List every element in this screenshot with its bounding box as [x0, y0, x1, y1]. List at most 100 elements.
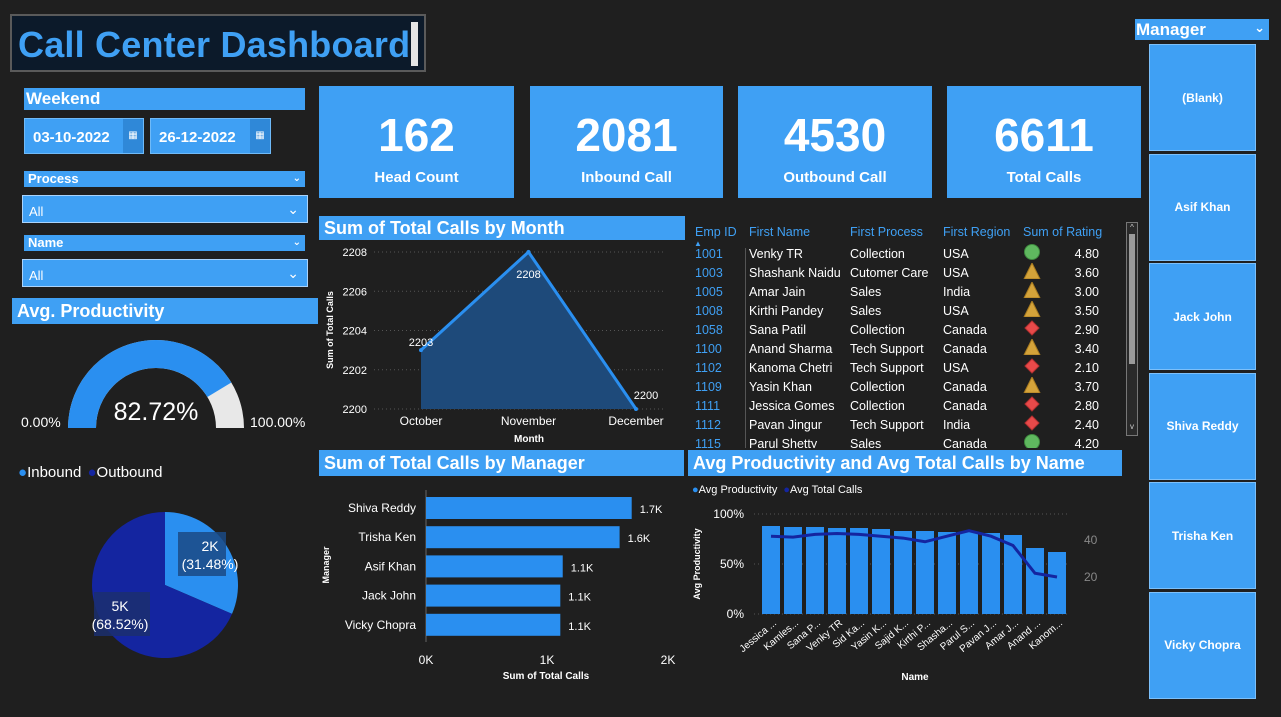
bar[interactable]: [784, 527, 802, 614]
bar[interactable]: [1048, 552, 1066, 614]
rating-value: 4.80: [1074, 246, 1099, 261]
table-row[interactable]: 1111 Jessica Gomes Collection Canada 2.80: [690, 396, 1123, 415]
manager-slicer-item[interactable]: Trisha Ken: [1149, 482, 1256, 589]
table-row[interactable]: 1109 Yasin Khan Collection Canada 3.70: [690, 375, 1123, 396]
scroll-up-icon[interactable]: ^: [1127, 223, 1137, 232]
cell-emp-id: 1100: [695, 341, 722, 356]
bar[interactable]: [850, 528, 868, 614]
bar[interactable]: [982, 533, 1000, 614]
data-point[interactable]: [634, 407, 638, 411]
cell-first-name: Pavan Jingur: [749, 417, 822, 432]
start-date-value: 03-10-2022: [33, 129, 110, 146]
bar[interactable]: [426, 526, 620, 549]
header-sum-of-rating[interactable]: Sum of Rating: [1023, 220, 1123, 244]
cell-first-region: India: [943, 417, 971, 432]
cell-first-name: Kirthi Pandey: [749, 303, 824, 318]
manager-slicer-item[interactable]: Jack John: [1149, 263, 1256, 370]
cell-first-process: Collection: [850, 379, 905, 394]
table-header-row: Emp ID First Name First Process First Re…: [690, 220, 1123, 244]
productivity-gauge: 82.72% 0.00% 100.00%: [21, 339, 305, 430]
table-row[interactable]: 1100 Anand Sharma Tech Support Canada 3.40: [690, 337, 1123, 358]
bar[interactable]: [806, 527, 824, 614]
kpi-inbound-call: 2081 Inbound Call: [530, 86, 723, 198]
bar[interactable]: [762, 526, 780, 614]
chevron-down-icon[interactable]: ⌄: [293, 235, 301, 251]
table-row[interactable]: 1102 Kanoma Chetri Tech Support USA 2.10: [690, 358, 1123, 377]
bar[interactable]: [1026, 548, 1044, 614]
cell-first-region: USA: [943, 303, 969, 318]
header-first-process[interactable]: First Process: [850, 220, 943, 244]
data-label: 1.7K: [640, 504, 663, 516]
chevron-down-icon[interactable]: ⌄: [1254, 17, 1265, 38]
scroll-thumb[interactable]: [1129, 234, 1135, 364]
rating-value: 2.10: [1074, 360, 1099, 375]
process-dropdown[interactable]: All ⌄: [22, 195, 308, 223]
bar[interactable]: [426, 584, 561, 607]
bar[interactable]: [938, 532, 956, 614]
manager-slicer-item[interactable]: Asif Khan: [1149, 153, 1256, 261]
calendar-icon[interactable]: ▦: [250, 119, 270, 153]
start-date-picker[interactable]: 03-10-2022 ▦: [24, 118, 144, 154]
data-point[interactable]: [526, 250, 531, 254]
header-first-region[interactable]: First Region: [943, 220, 1023, 244]
kpi-total-calls: 6611 Total Calls: [947, 86, 1141, 198]
x-tick-label: 0K: [419, 653, 434, 667]
green-circle-icon: [1024, 434, 1040, 448]
cell-first-region: USA: [943, 360, 969, 375]
rating-value: 3.00: [1074, 284, 1099, 299]
cell-first-region: USA: [943, 265, 969, 280]
manager-slicer-item[interactable]: Shiva Reddy: [1149, 372, 1256, 480]
bar[interactable]: [894, 531, 912, 614]
green-circle-icon: [1024, 244, 1040, 260]
sort-asc-icon[interactable]: ▲: [694, 239, 702, 248]
manager-slicer-item[interactable]: Vicky Chopra: [1149, 591, 1256, 699]
table-row[interactable]: 1001 Venky TR Collection USA 4.80: [690, 244, 1123, 263]
bar[interactable]: [426, 613, 561, 636]
bar[interactable]: [828, 528, 846, 614]
cell-emp-id: 1102: [695, 360, 722, 375]
scroll-down-icon[interactable]: v: [1127, 422, 1137, 431]
pie-chart: 2K (31.48%) 5K (68.52%): [92, 512, 238, 658]
y-tick-label: 2206: [343, 286, 367, 298]
cell-first-process: Cutomer Care: [850, 265, 929, 280]
rating-value: 4.20: [1074, 436, 1099, 449]
calendar-icon[interactable]: ▦: [123, 119, 143, 153]
cell-rating: 2.10: [1023, 358, 1123, 377]
prod-chart-title: Avg Productivity and Avg Total Calls by …: [688, 450, 1122, 476]
table-scrollbar[interactable]: ^ v: [1126, 222, 1138, 436]
red-diamond-icon: [1024, 415, 1040, 431]
table-row[interactable]: 1005 Amar Jain Sales India 3.00: [690, 280, 1123, 301]
table-row[interactable]: 1115 Parul Shetty Sales Canada 4.20: [690, 434, 1123, 448]
bar[interactable]: [426, 555, 563, 578]
bar[interactable]: [960, 532, 978, 614]
month-area-chart: Sum of Total Calls Month 2208 2206 2204 220…: [325, 247, 664, 445]
manager-xlabel: Sum of Total Calls: [503, 671, 590, 682]
manager-slicer-header[interactable]: Manager ⌄: [1135, 19, 1269, 40]
x-tick-label: October: [400, 414, 443, 428]
end-date-picker[interactable]: 26-12-2022 ▦: [150, 118, 271, 154]
data-label: 1.1K: [568, 621, 591, 633]
cell-rating: 3.00: [1023, 280, 1123, 301]
table-row[interactable]: 1112 Pavan Jingur Tech Support India 2.40: [690, 415, 1123, 434]
y-tick-label: Trisha Ken: [358, 530, 416, 544]
cell-first-name: Sana Patil: [749, 322, 806, 337]
table-row[interactable]: 1058 Sana Patil Collection Canada 2.90: [690, 320, 1123, 339]
process-value: All: [29, 204, 44, 219]
chevron-down-icon[interactable]: ⌄: [293, 171, 301, 187]
process-label: Process ⌄: [24, 171, 305, 187]
yellow-triangle-icon: [1023, 280, 1041, 299]
manager-slicer-item[interactable]: (Blank): [1149, 44, 1256, 151]
table-row[interactable]: 1003 Shashank Naidu Cutomer Care USA 3.60: [690, 261, 1123, 282]
bar[interactable]: [426, 497, 632, 519]
cell-first-region: Canada: [943, 398, 987, 413]
month-ylabel: Sum of Total Calls: [325, 291, 335, 369]
rating-value: 2.40: [1074, 417, 1099, 432]
legend-avg-total-calls: Avg Total Calls: [790, 484, 863, 496]
table-row[interactable]: 1008 Kirthi Pandey Sales USA 3.50: [690, 299, 1123, 320]
name-dropdown[interactable]: All ⌄: [22, 259, 308, 287]
employee-table: Emp ID First Name First Process First Re…: [690, 220, 1123, 448]
bar[interactable]: [872, 529, 890, 614]
bar[interactable]: [916, 531, 934, 614]
header-first-name[interactable]: First Name: [744, 220, 850, 244]
legend-dot-icon: ●: [87, 464, 97, 481]
